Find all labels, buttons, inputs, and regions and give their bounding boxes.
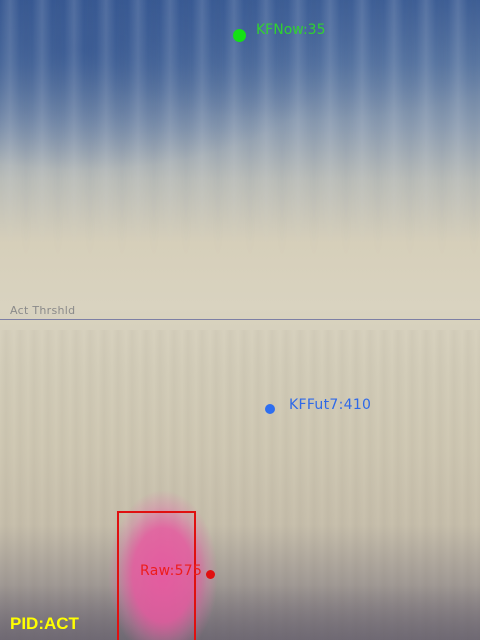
pid-status: PID:ACT bbox=[10, 614, 79, 633]
kf-future-marker bbox=[265, 404, 275, 414]
kf-future-label: KFFut7:410 bbox=[289, 397, 372, 413]
kf-now-label: KFNow:35 bbox=[256, 22, 326, 38]
camera-feed bbox=[0, 0, 480, 640]
threshold-line bbox=[0, 319, 480, 320]
kf-now-marker bbox=[233, 29, 246, 42]
threshold-label: Act Thrshld bbox=[10, 304, 76, 317]
raw-marker bbox=[206, 570, 215, 579]
raw-label: Raw:575 bbox=[140, 563, 203, 579]
camera-view: Act Thrshld KFNow:35 KFFut7:410 Raw:575 … bbox=[0, 0, 480, 640]
